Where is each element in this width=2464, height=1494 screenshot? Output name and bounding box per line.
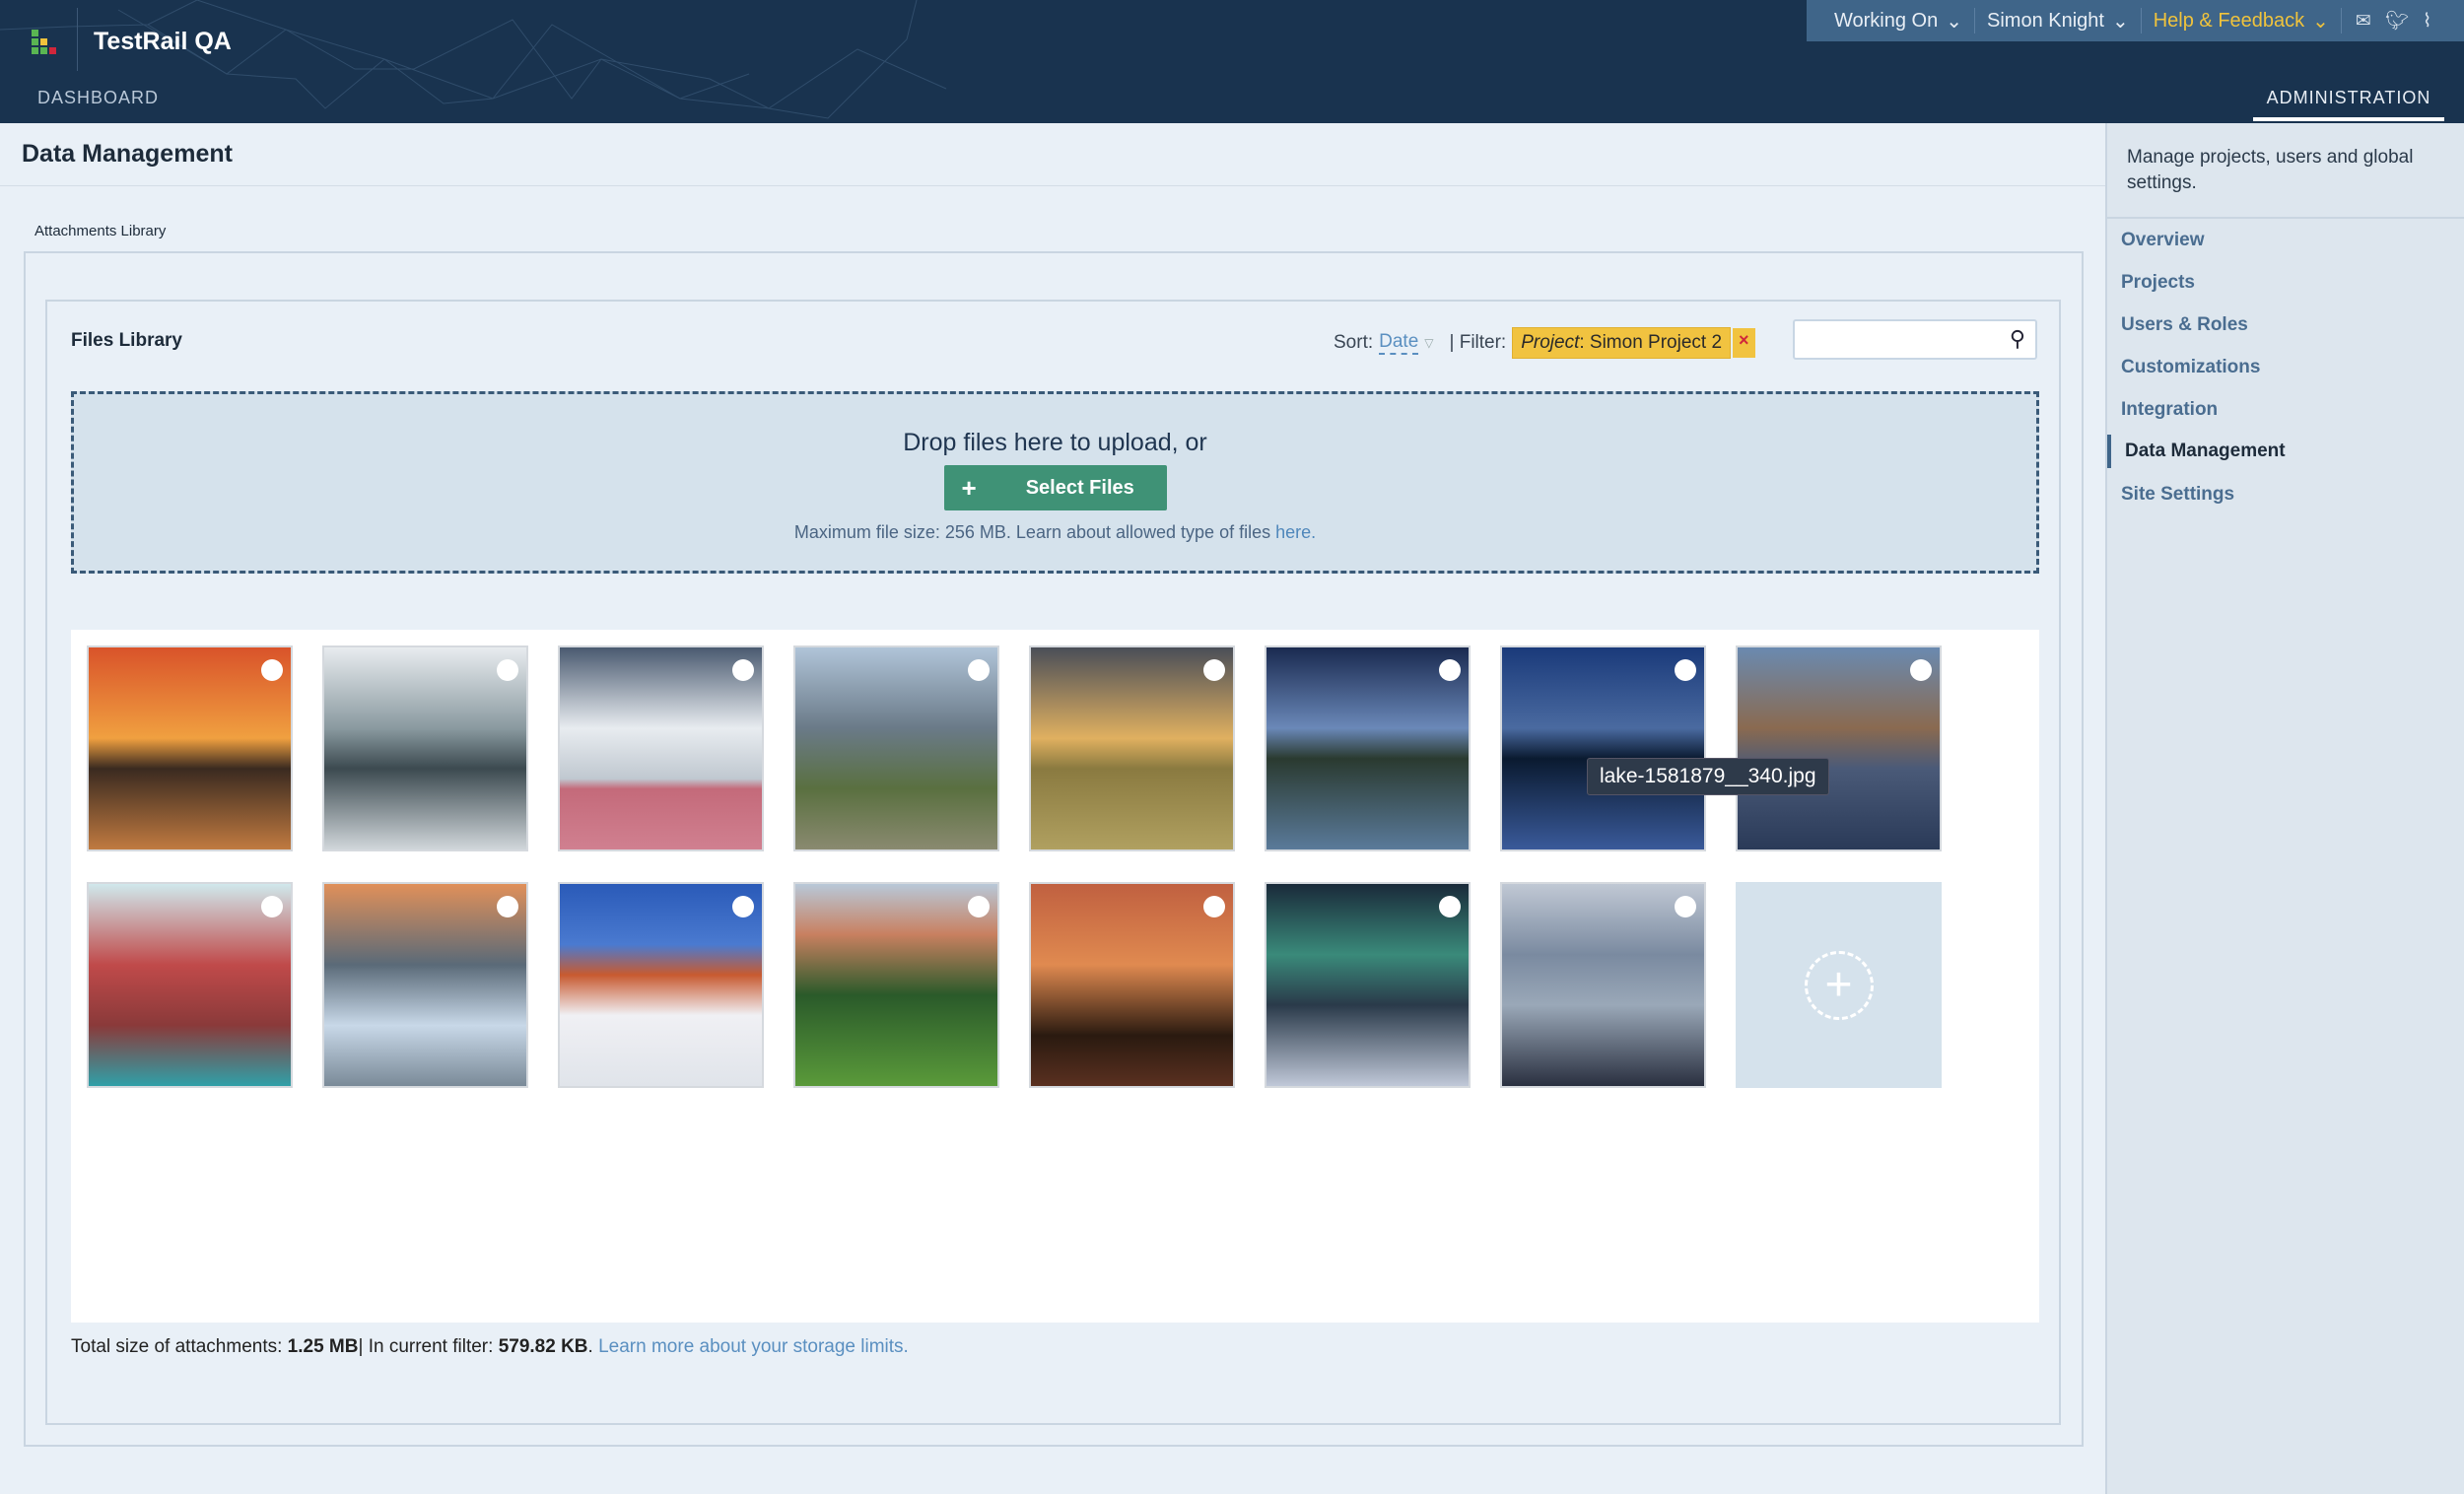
remove-filter-icon[interactable]: × xyxy=(1733,328,1755,358)
separator: . xyxy=(587,1336,599,1357)
file-drop-zone[interactable]: Drop files here to upload, or + Select Fi… xyxy=(71,391,2039,574)
thumbnail-tile[interactable] xyxy=(793,882,999,1088)
admin-sidebar: Manage projects, users and global settin… xyxy=(2105,123,2464,1494)
select-files-label: Select Files xyxy=(1025,476,1134,499)
thumbnail-tile[interactable] xyxy=(1265,645,1471,851)
select-checkbox[interactable] xyxy=(1675,896,1696,917)
sidebar-item-integration[interactable]: Integration xyxy=(2121,399,2218,421)
max-size-text: Maximum file size: 256 MB. Learn about a… xyxy=(74,522,2036,543)
select-checkbox[interactable] xyxy=(261,659,283,681)
sidebar-description: Manage projects, users and global settin… xyxy=(2127,147,2414,193)
sidebar-item-projects[interactable]: Projects xyxy=(2121,272,2195,294)
filter-size-label: | In current filter: xyxy=(358,1336,499,1357)
nav-administration[interactable]: ADMINISTRATION xyxy=(2253,88,2444,108)
filter-size: 579.82 KB xyxy=(498,1336,588,1357)
working-on-menu[interactable]: Working On ⌄ xyxy=(1822,8,1975,34)
select-checkbox[interactable] xyxy=(968,659,990,681)
help-label: Help & Feedback xyxy=(2153,9,2305,32)
select-checkbox[interactable] xyxy=(732,896,754,917)
logo-divider xyxy=(77,8,78,71)
app-title[interactable]: TestRail QA xyxy=(94,28,232,56)
divider xyxy=(2107,217,2464,219)
thumbnail-tile[interactable] xyxy=(1029,645,1235,851)
sidebar-item-site-settings[interactable]: Site Settings xyxy=(2121,484,2234,506)
sidebar-item-data-management[interactable]: Data Management xyxy=(2107,435,2286,468)
select-checkbox[interactable] xyxy=(1203,896,1225,917)
tab-attachments-library[interactable]: Attachments Library xyxy=(34,223,166,239)
thumbnail-tile[interactable] xyxy=(322,882,528,1088)
sort-label: Sort: xyxy=(1334,332,1374,353)
thumbnail-tile[interactable] xyxy=(1736,645,1942,851)
chevron-down-icon: ⌄ xyxy=(2312,10,2329,33)
add-circle-icon: + xyxy=(1804,950,1874,1020)
thumbnail-tile[interactable] xyxy=(87,882,293,1088)
storage-limits-link[interactable]: Learn more about your storage limits. xyxy=(598,1336,909,1357)
filter-chip[interactable]: Project: Simon Project 2 xyxy=(1512,327,1732,359)
top-menu-bar: Working On ⌄ Simon Knight ⌄ Help & Feedbac… xyxy=(1807,0,2464,41)
chevron-down-icon: ⌄ xyxy=(2111,10,2129,33)
total-label: Total size of attachments: xyxy=(71,1336,288,1357)
add-file-tile[interactable]: + xyxy=(1736,882,1942,1088)
working-on-label: Working On xyxy=(1834,9,1939,32)
chevron-down-icon: ⌄ xyxy=(1946,10,1962,33)
select-checkbox[interactable] xyxy=(1910,659,1932,681)
select-checkbox[interactable] xyxy=(732,659,754,681)
thumbnail-tile[interactable] xyxy=(558,645,764,851)
rss-icon[interactable]: ⌇ xyxy=(2423,10,2431,33)
select-checkbox[interactable] xyxy=(497,659,518,681)
plus-icon: + xyxy=(961,472,977,503)
filter-key: Project xyxy=(1521,332,1580,353)
testrail-logo-icon xyxy=(30,30,59,59)
thumbnail-tile[interactable] xyxy=(1265,882,1471,1088)
thumbnail-tile[interactable] xyxy=(87,645,293,851)
allowed-types-link[interactable]: here. xyxy=(1275,522,1316,542)
filename-tooltip: lake-1581879__340.jpg xyxy=(1587,758,1829,795)
user-menu[interactable]: Simon Knight ⌄ xyxy=(1975,8,2142,34)
max-size-label: Maximum file size: 256 MB. Learn about a… xyxy=(793,522,1276,542)
filter-label: | Filter: xyxy=(1449,332,1507,353)
divider xyxy=(0,185,2105,186)
sidebar-item-customizations[interactable]: Customizations xyxy=(2121,357,2260,378)
sort-dropdown[interactable]: Date xyxy=(1379,331,1419,355)
search-input[interactable]: ⚲ xyxy=(1793,319,2037,360)
select-checkbox[interactable] xyxy=(1675,659,1696,681)
sidebar-item-users-roles[interactable]: Users & Roles xyxy=(2121,314,2248,336)
thumbnail-tile[interactable] xyxy=(558,882,764,1088)
total-size: 1.25 MB xyxy=(287,1336,359,1357)
thumbnail-tile[interactable] xyxy=(1500,645,1706,851)
user-name-label: Simon Knight xyxy=(1987,9,2104,32)
thumbnail-tile[interactable] xyxy=(793,645,999,851)
thumbnail-tile[interactable] xyxy=(1029,882,1235,1088)
help-feedback-menu[interactable]: Help & Feedback ⌄ xyxy=(2142,8,2342,34)
storage-summary: Total size of attachments: 1.25 MB| In c… xyxy=(71,1336,909,1358)
thumbnail-tile[interactable] xyxy=(1500,882,1706,1088)
thumbnail-tile[interactable] xyxy=(322,645,528,851)
files-library-title: Files Library xyxy=(71,330,182,351)
select-checkbox[interactable] xyxy=(497,896,518,917)
caret-down-icon[interactable]: ▽ xyxy=(1424,336,1433,350)
select-checkbox[interactable] xyxy=(261,896,283,917)
page-title: Data Management xyxy=(22,140,233,168)
search-icon[interactable]: ⚲ xyxy=(2010,326,2025,352)
sidebar-item-overview[interactable]: Overview xyxy=(2121,230,2205,251)
filter-value: : Simon Project 2 xyxy=(1579,332,1723,353)
active-tab-underline xyxy=(2253,117,2444,121)
select-files-button[interactable]: + Select Files xyxy=(943,465,1167,510)
top-header: TestRail QA DASHBOARD Working On ⌄ Simon … xyxy=(0,0,2464,123)
select-checkbox[interactable] xyxy=(968,896,990,917)
twitter-icon[interactable]: 🐦︎ xyxy=(2385,9,2409,33)
drop-text: Drop files here to upload, or xyxy=(903,429,1207,456)
nav-dashboard[interactable]: DASHBOARD xyxy=(37,88,159,108)
sort-filter-bar: Sort: Date ▽ | Filter: Project: Simon Pr… xyxy=(1334,327,1755,359)
select-checkbox[interactable] xyxy=(1439,896,1461,917)
select-checkbox[interactable] xyxy=(1203,659,1225,681)
mail-icon[interactable]: ✉ xyxy=(2356,10,2371,33)
select-checkbox[interactable] xyxy=(1439,659,1461,681)
